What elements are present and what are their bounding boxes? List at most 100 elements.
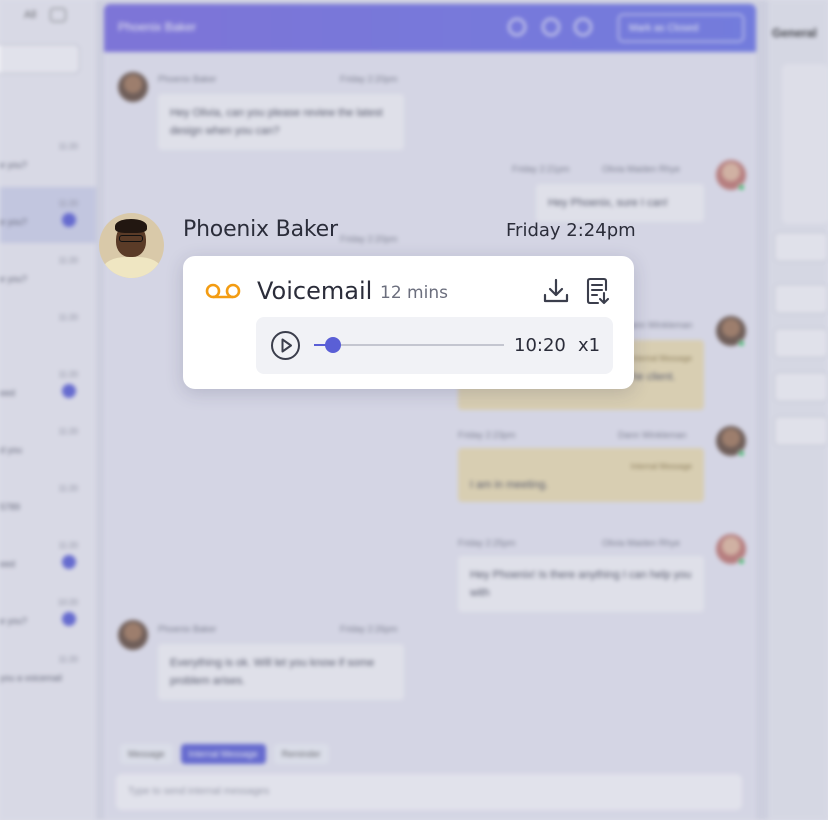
message-sender: Dann Winkleman (618, 430, 687, 440)
play-icon[interactable] (270, 330, 301, 361)
voicemail-icon (205, 283, 241, 299)
message-time: Friday 2:25pm (458, 538, 516, 548)
call-icon[interactable] (508, 18, 526, 36)
composer-tabs: Message Internal Message Reminder (120, 744, 329, 764)
message-time: Friday 2:23pm (458, 430, 516, 440)
unread-badge (62, 384, 76, 398)
details-panel: General (768, 0, 828, 820)
avatar (118, 72, 148, 102)
conversation-time: 11:20 (58, 142, 78, 151)
online-indicator (738, 340, 745, 347)
conversation-item[interactable]: 11:20 d you (0, 415, 96, 471)
mark-as-closed-button[interactable]: Mark as Closed (618, 14, 744, 42)
conversation-preview: e you? (0, 160, 28, 170)
online-indicator (738, 450, 745, 457)
tab-message[interactable]: Message (120, 744, 173, 764)
tag-icon[interactable] (542, 18, 560, 36)
conversation-time: 10:20 (57, 598, 78, 607)
audio-progress-track[interactable] (314, 344, 504, 346)
conversation-list-panel: All 11:20 e you? 11:20 e you? 11:20 e you? 11:… (0, 0, 96, 820)
avatar-shirt (103, 257, 161, 278)
conversation-item[interactable]: 11:20 e you? (0, 130, 96, 186)
conversation-item[interactable]: 11:20 eed (0, 358, 96, 414)
conversation-time: 11:20 (58, 370, 78, 379)
tab-internal-message[interactable]: Internal Message (180, 744, 266, 764)
conversation-preview: 5789 (0, 502, 21, 512)
message-bubble: Hey Phoenix! Is there anything I can hel… (458, 556, 704, 612)
message-timestamp: Friday 2:24pm (506, 220, 636, 241)
conversation-preview: eed (0, 559, 16, 569)
filter-label: All (24, 9, 37, 21)
tab-reminder[interactable]: Reminder (273, 744, 329, 764)
sender-name: Phoenix Baker (183, 217, 338, 242)
conversation-preview: eed (0, 388, 16, 398)
internal-message-tag: Internal Message (630, 462, 692, 471)
conversation-item[interactable]: 11:20 eed (0, 529, 96, 585)
conversation-preview: you a voicemail (0, 673, 63, 683)
conversation-item[interactable]: 10:20 e you? (0, 586, 96, 642)
notes-row[interactable] (774, 328, 828, 358)
voicemail-card: Voicemail 12 mins 10:20 x1 (183, 256, 634, 389)
details-card (782, 64, 828, 224)
unread-badge (62, 612, 76, 626)
message-sender: Olivia Maiden Rhye (602, 164, 681, 174)
new-chat-icon[interactable] (50, 8, 67, 22)
message-bubble: Hey Phoenix, sure I can! (536, 184, 704, 222)
conversation-item[interactable]: 11:20 you a voicemail (0, 643, 96, 699)
download-icon[interactable] (542, 277, 570, 305)
conversation-time: 11:20 (58, 655, 78, 664)
notes-row[interactable] (774, 372, 828, 402)
unread-badge (62, 555, 76, 569)
tags-row[interactable] (774, 284, 828, 314)
chat-panel: Phoenix Baker Mark as Closed Phoenix Bak… (104, 4, 756, 820)
message-time: Friday 2:21pm (512, 164, 570, 174)
online-indicator (738, 184, 745, 191)
message-bubble: Hey Olivia, can you please review the la… (158, 94, 404, 150)
playback-time: 10:20 (514, 335, 566, 356)
conversation-search-input[interactable] (0, 44, 80, 74)
conversation-item[interactable]: 11:20 (0, 301, 96, 357)
message-sender: Dann Winkleman (624, 320, 693, 330)
conversation-time: 11:20 (58, 427, 78, 436)
message-time: Friday 2:20pm (340, 234, 398, 244)
unread-badge (62, 213, 76, 227)
voicemail-duration: 12 mins (380, 283, 448, 303)
conversation-item[interactable]: 11:20 e you? (0, 187, 96, 243)
details-row[interactable] (774, 232, 828, 262)
conversation-item[interactable]: 11:20 e you? (0, 244, 96, 300)
conversation-time: 11:20 (58, 256, 78, 265)
conversation-time: 11:20 (58, 199, 78, 208)
conversation-preview: d you (0, 445, 23, 455)
background-app: All 11:20 e you? 11:20 e you? 11:20 e you? 11:… (0, 0, 828, 820)
conversation-time: 11:20 (58, 541, 78, 550)
avatar (118, 620, 148, 650)
conversation-filter[interactable]: All (24, 8, 67, 22)
sender-avatar (99, 213, 164, 278)
message-time: Friday 2:20pm (340, 74, 398, 84)
avatar-hair (115, 219, 147, 233)
conversation-preview: e you? (0, 616, 28, 626)
conversation-preview: e you? (0, 217, 28, 227)
conversation-preview: e you? (0, 274, 28, 284)
chat-header-title: Phoenix Baker (118, 20, 197, 34)
message-sender: Olivia Maiden Rhye (602, 538, 681, 548)
message-time: Friday 2:26pm (340, 624, 398, 634)
conversation-time: 11:20 (58, 313, 78, 322)
conversation-item[interactable]: 11:20 5789 (0, 472, 96, 528)
message-sender: Phoenix Baker (158, 624, 217, 634)
audio-player: 10:20 x1 (256, 317, 613, 374)
details-panel-title: General (772, 26, 817, 40)
transcript-icon[interactable] (584, 276, 612, 306)
message-bubble: Everything is ok. Will let you know if s… (158, 644, 404, 700)
search-icon[interactable] (574, 18, 592, 36)
chat-header: Phoenix Baker Mark as Closed (104, 4, 756, 52)
internal-message-bubble: Internal Message I am in meeting. (458, 448, 704, 502)
message-text: I am in meeting. (470, 479, 549, 491)
voicemail-title: Voicemail (257, 277, 373, 305)
message-composer-input[interactable]: Type to send internal messages (116, 774, 742, 810)
avatar-glasses (119, 235, 143, 242)
playback-speed-button[interactable]: x1 (578, 335, 600, 356)
audio-seek-handle[interactable] (325, 337, 341, 353)
conversation-time: 11:20 (58, 484, 78, 493)
reminder-row[interactable] (774, 416, 828, 446)
